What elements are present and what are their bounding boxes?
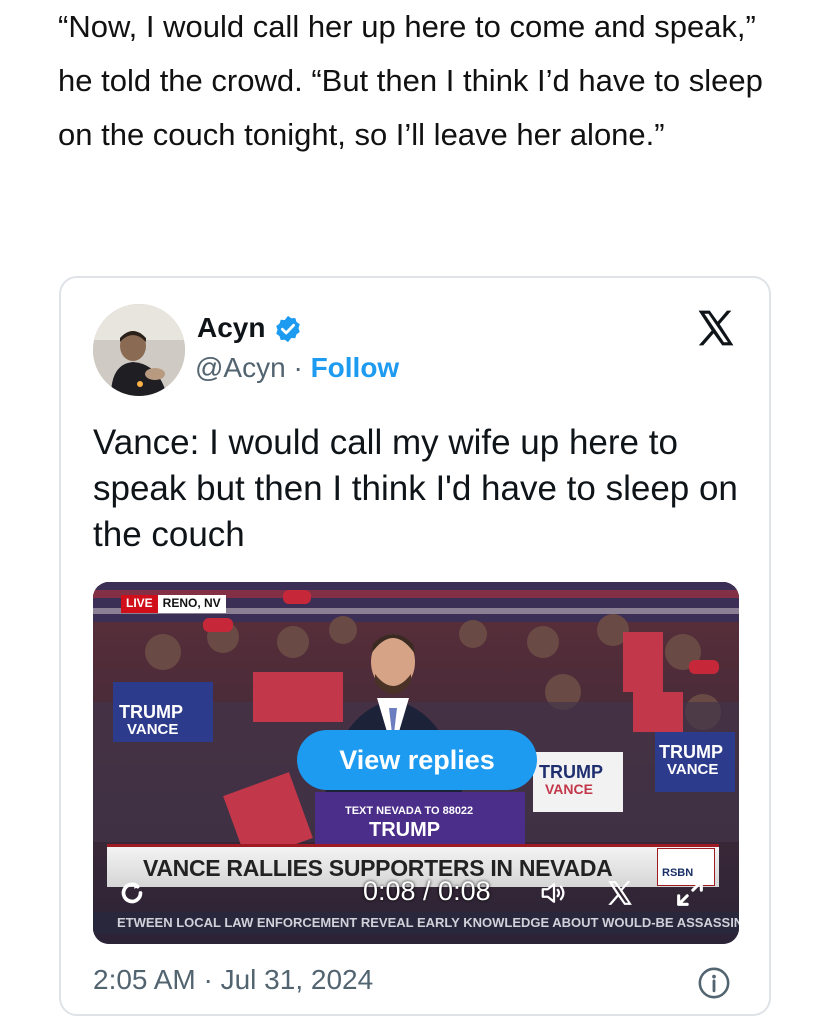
svg-text:TRUMP: TRUMP: [659, 742, 723, 762]
author-handle[interactable]: @Acyn: [195, 352, 286, 383]
verified-badge-icon: [276, 315, 300, 343]
info-icon[interactable]: [697, 966, 731, 1000]
svg-text:TRUMP: TRUMP: [539, 762, 603, 782]
article-paragraph: “Now, I would call her up here to come a…: [58, 9, 763, 152]
author-meta: @Acyn · Follow: [195, 352, 399, 384]
avatar[interactable]: [93, 304, 185, 396]
follow-link[interactable]: Follow: [311, 352, 400, 383]
location-label: RENO, NV: [157, 595, 226, 613]
expand-icon[interactable]: [673, 876, 707, 910]
embedded-tweet-card[interactable]: Acyn @Acyn · Follow Vance: I would call …: [59, 276, 771, 1016]
tweet-timestamp[interactable]: 2:05 AM · Jul 31, 2024: [93, 964, 373, 996]
podium-big-text: TRUMP: [369, 819, 440, 841]
svg-text:VANCE: VANCE: [545, 781, 593, 797]
ticker-text: ETWEEN LOCAL LAW ENFORCEMENT REVEAL EARL…: [117, 915, 739, 930]
x-icon[interactable]: [605, 878, 635, 908]
video-controls: 0:08 / 0:08: [93, 866, 739, 916]
video-time: 0:08 / 0:08: [363, 876, 491, 906]
meta-separator: ·: [285, 352, 311, 383]
svg-text:VANCE: VANCE: [127, 721, 178, 738]
view-replies-button[interactable]: View replies: [297, 730, 537, 790]
svg-text:TRUMP: TRUMP: [119, 702, 183, 722]
replay-icon[interactable]: [115, 876, 149, 910]
volume-icon[interactable]: [537, 878, 571, 908]
video-player[interactable]: TRUMP VANCE TRUMP VANCE TRUMP VANCE TEXT…: [93, 582, 739, 944]
author-name[interactable]: Acyn: [197, 312, 265, 344]
podium-small-text: TEXT NEVADA TO 88022: [345, 805, 473, 817]
tweet-text: Vance: I would call my wife up here to s…: [93, 423, 738, 554]
live-badge: LIVE RENO, NV: [121, 595, 226, 613]
live-label: LIVE: [121, 595, 158, 613]
x-logo-icon[interactable]: [693, 306, 739, 350]
svg-text:VANCE: VANCE: [667, 761, 718, 778]
